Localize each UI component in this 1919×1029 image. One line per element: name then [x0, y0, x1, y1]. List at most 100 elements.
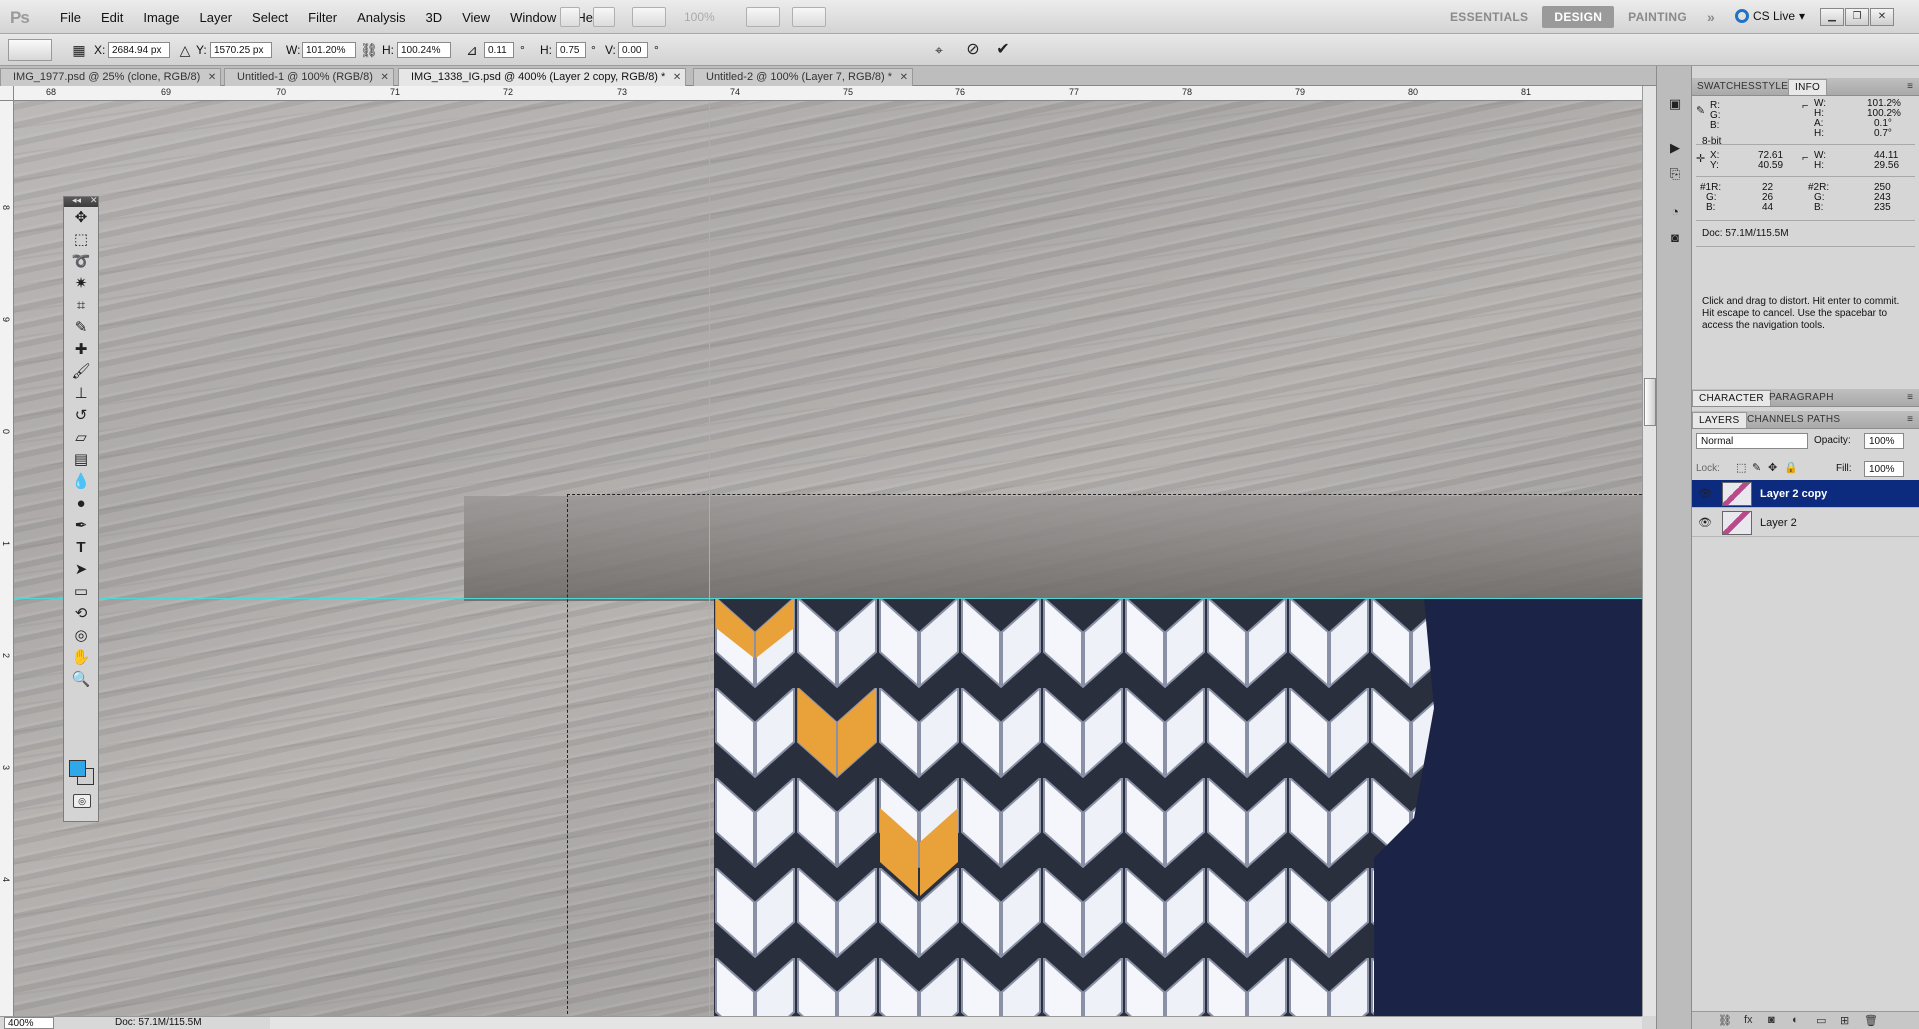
panel-menu-icon[interactable]: ≡: [1907, 414, 1913, 425]
link-layers-icon[interactable]: ⛓: [1718, 1014, 1732, 1027]
lock-all-icon[interactable]: 🔒: [1784, 461, 1798, 474]
workspace-painting[interactable]: PAINTING: [1616, 6, 1699, 28]
tab-paragraph[interactable]: PARAGRAPH: [1764, 392, 1839, 403]
rotation-field[interactable]: 0.11: [484, 42, 514, 58]
horizontal-ruler[interactable]: 68 69 70 71 72 73 74 75 76 77 78 79 80 8…: [14, 86, 1642, 101]
h-skew-field[interactable]: 0.75: [556, 42, 586, 58]
tab-paths[interactable]: PATHS: [1802, 414, 1845, 425]
add-mask-icon[interactable]: ◙: [1768, 1014, 1775, 1026]
eraser-tool-icon[interactable]: ▱: [64, 427, 98, 449]
tools-panel-header[interactable]: ◂◂ ✕: [64, 195, 98, 207]
transform-selection-marquee[interactable]: [567, 494, 1642, 1016]
fill-field[interactable]: 100%: [1864, 461, 1904, 477]
ruler-origin[interactable]: [0, 86, 14, 101]
close-icon[interactable]: ✕: [90, 195, 98, 206]
3d-rotate-tool-icon[interactable]: ⟲: [64, 603, 98, 625]
menu-edit[interactable]: Edit: [91, 10, 133, 25]
opacity-field[interactable]: 100%: [1864, 433, 1904, 449]
menu-select[interactable]: Select: [242, 10, 298, 25]
history-icon[interactable]: ⎘: [1665, 164, 1685, 184]
tab-character[interactable]: CHARACTER: [1692, 390, 1771, 406]
lock-image-icon[interactable]: ✎: [1752, 461, 1761, 474]
blend-mode-select[interactable]: Normal: [1696, 433, 1808, 449]
healing-brush-tool-icon[interactable]: ✚: [64, 339, 98, 361]
vertical-ruler[interactable]: 8 9 0 1 2 3 4: [0, 101, 14, 1016]
launch-mini-bridge-button[interactable]: [593, 7, 615, 27]
move-tool-icon[interactable]: ✥: [64, 207, 98, 229]
zoom-field[interactable]: 400%: [4, 1017, 54, 1029]
x-position-field[interactable]: 2684.94 px: [108, 42, 170, 58]
close-icon[interactable]: ✕: [673, 72, 681, 83]
new-layer-icon[interactable]: ⊞: [1840, 1014, 1849, 1027]
horizontal-guide[interactable]: [14, 598, 1642, 599]
document-canvas[interactable]: [14, 101, 1642, 1016]
path-selection-tool-icon[interactable]: ➤: [64, 559, 98, 581]
menu-filter[interactable]: Filter: [298, 10, 347, 25]
mini-bridge-icon[interactable]: ▣: [1665, 94, 1685, 114]
cancel-transform-icon[interactable]: ⊘: [964, 41, 982, 59]
eyedropper-tool-icon[interactable]: ✎: [64, 317, 98, 339]
brush-presets-icon[interactable]: ◔: [1665, 202, 1685, 222]
lasso-tool-icon[interactable]: ➰: [64, 251, 98, 273]
delete-layer-icon[interactable]: 🗑: [1864, 1014, 1878, 1027]
pen-tool-icon[interactable]: ✒: [64, 515, 98, 537]
adjustment-layer-icon[interactable]: ◐: [1792, 1014, 1799, 1026]
menu-3d[interactable]: 3D: [415, 10, 452, 25]
horizontal-scrollbar[interactable]: [270, 1016, 1642, 1029]
width-scale-field[interactable]: 101.20%: [302, 42, 356, 58]
screen-mode-dropdown[interactable]: [792, 7, 826, 27]
panel-menu-icon[interactable]: ≡: [1907, 392, 1913, 403]
more-workspaces-icon[interactable]: »: [1701, 9, 1721, 25]
launch-bridge-button[interactable]: [560, 7, 580, 27]
delta-icon[interactable]: △: [176, 41, 194, 59]
menu-view[interactable]: View: [452, 10, 500, 25]
clone-source-icon[interactable]: ◙: [1665, 228, 1685, 248]
lock-transparent-icon[interactable]: ⬚: [1736, 461, 1746, 474]
eye-icon[interactable]: 👁: [1698, 516, 1712, 529]
quick-mask-icon[interactable]: ◎: [73, 794, 91, 808]
magic-wand-tool-icon[interactable]: ✷: [64, 273, 98, 295]
3d-orbit-tool-icon[interactable]: ◎: [64, 625, 98, 647]
panel-menu-icon[interactable]: ≡: [1907, 81, 1913, 92]
view-extras-dropdown[interactable]: [632, 7, 666, 27]
menu-image[interactable]: Image: [133, 10, 189, 25]
type-tool-icon[interactable]: T: [64, 537, 98, 559]
reference-point-icon[interactable]: ▦: [70, 41, 88, 59]
zoom-level-dropdown[interactable]: 100%: [684, 10, 715, 24]
close-icon[interactable]: ✕: [208, 72, 216, 83]
layer-row[interactable]: 👁 Layer 2: [1692, 509, 1919, 537]
doc-tab-img-1977[interactable]: IMG_1977.psd @ 25% (clone, RGB/8) ✕: [0, 68, 222, 86]
new-group-icon[interactable]: ▭: [1816, 1014, 1826, 1027]
close-icon[interactable]: ✕: [381, 72, 389, 83]
tab-channels[interactable]: CHANNELS: [1742, 414, 1809, 425]
marquee-tool-icon[interactable]: ⬚: [64, 229, 98, 251]
menu-analysis[interactable]: Analysis: [347, 10, 415, 25]
tab-layers[interactable]: LAYERS: [1692, 412, 1747, 428]
menu-window[interactable]: Window: [500, 10, 566, 25]
vertical-guide[interactable]: [709, 101, 710, 1016]
zoom-tool-icon[interactable]: 🔍: [64, 669, 98, 691]
minimize-button[interactable]: ▁: [1820, 8, 1844, 26]
workspace-design[interactable]: DESIGN: [1542, 6, 1615, 28]
doc-size-readout[interactable]: Doc: 57.1M/115.5M: [115, 1017, 202, 1029]
commit-transform-icon[interactable]: ✔: [994, 41, 1012, 59]
v-skew-field[interactable]: 0.00: [618, 42, 648, 58]
collapse-icon[interactable]: ◂◂: [72, 195, 81, 206]
actions-icon[interactable]: ▶: [1665, 138, 1685, 158]
lock-position-icon[interactable]: ✥: [1768, 461, 1777, 474]
tool-preset-picker[interactable]: [8, 39, 52, 61]
layer-row[interactable]: 👁 Layer 2 copy: [1692, 480, 1919, 508]
close-button[interactable]: ✕: [1870, 8, 1894, 26]
height-scale-field[interactable]: 100.24%: [397, 42, 451, 58]
restore-button[interactable]: ❐: [1845, 8, 1869, 26]
history-brush-tool-icon[interactable]: ↺: [64, 405, 98, 427]
gradient-tool-icon[interactable]: ▤: [64, 449, 98, 471]
link-icon[interactable]: ⛓: [360, 41, 378, 59]
menu-file[interactable]: File: [50, 10, 91, 25]
foreground-color-swatch[interactable]: [69, 760, 86, 777]
menu-layer[interactable]: Layer: [190, 10, 243, 25]
doc-tab-untitled-2[interactable]: Untitled-2 @ 100% (Layer 7, RGB/8) * ✕: [693, 68, 914, 86]
cs-live-button[interactable]: CS Live ▾: [1735, 9, 1805, 23]
layer-style-icon[interactable]: fx: [1744, 1014, 1753, 1026]
doc-tab-img-1338[interactable]: IMG_1338_IG.psd @ 400% (Layer 2 copy, RG…: [398, 68, 687, 86]
